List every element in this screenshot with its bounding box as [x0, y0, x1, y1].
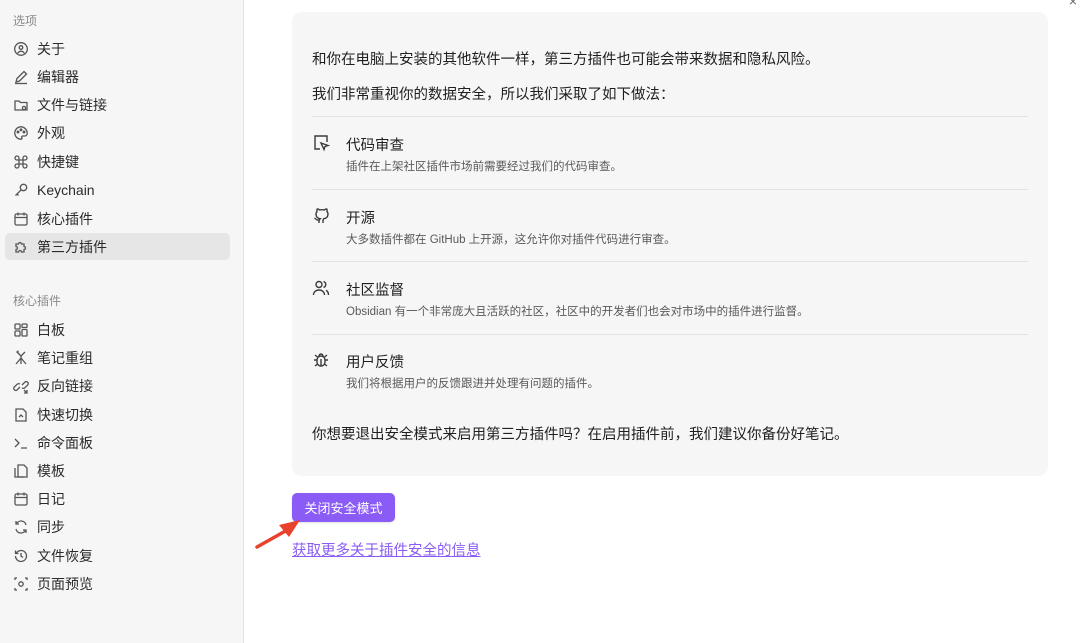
eye-icon: [13, 576, 29, 592]
file-switch-icon: [13, 407, 29, 423]
sidebar-item-note-composer[interactable]: 笔记重组: [5, 344, 230, 371]
sidebar-item-label: 同步: [37, 518, 65, 535]
feature-title: 开源: [346, 211, 375, 227]
sidebar-item-label: 命令面板: [37, 434, 93, 451]
intro-text-2: 我们非常重视你的数据安全，所以我们采取了如下做法：: [312, 87, 675, 103]
sidebar-item-sync[interactable]: 同步: [5, 513, 230, 540]
sidebar-item-label: 文件恢复: [37, 547, 93, 564]
sidebar-item-templates[interactable]: 模板: [5, 457, 230, 484]
sidebar-item-file-recovery[interactable]: 文件恢复: [5, 542, 230, 569]
folder-link-icon: [13, 97, 29, 113]
sidebar-item-quick-switcher[interactable]: 快速切换: [5, 401, 230, 428]
plugin-security-info-link[interactable]: 获取更多关于插件安全的信息: [292, 539, 481, 560]
code-review-icon: [312, 134, 331, 152]
merge-icon: [13, 349, 29, 366]
close-icon[interactable]: ×: [1066, 0, 1080, 8]
sidebar-item-label: 快捷键: [37, 153, 79, 170]
template-icon: [13, 463, 29, 479]
sidebar-item-editor[interactable]: 编辑器: [5, 63, 230, 90]
sync-icon: [13, 519, 29, 535]
feature-title: 代码审查: [346, 138, 404, 154]
divider: [312, 189, 1028, 190]
pencil-icon: [13, 69, 29, 85]
sidebar-item-label: 文件与链接: [37, 96, 107, 113]
grid-icon: [13, 322, 29, 338]
intro-text: 和你在电脑上安装的其他软件一样，第三方插件也可能会带来数据和隐私风险。: [312, 52, 820, 68]
sidebar-item-label: 笔记重组: [37, 349, 93, 366]
sidebar-item-label: 页面预览: [37, 575, 93, 592]
info-circle-icon: [13, 41, 29, 57]
question-text: 你想要退出安全模式来启用第三方插件吗？在启用插件前，我们建议你备份好笔记。: [312, 427, 849, 443]
feature-description: 我们将根据用户的反馈跟进并处理有问题的插件。: [346, 378, 599, 390]
sidebar-item-label: 外观: [37, 124, 65, 141]
sidebar-item-label: 反向链接: [37, 377, 93, 394]
sidebar-item-about[interactable]: 关于: [5, 35, 230, 62]
sidebar-item-label: 关于: [37, 40, 65, 57]
section-title-core: 核心插件: [13, 294, 62, 308]
sidebar-item-label: 日记: [37, 490, 65, 507]
turn-off-safe-mode-button[interactable]: 关闭安全模式: [292, 493, 395, 522]
safe-mode-info-card: 和你在电脑上安装的其他软件一样，第三方插件也可能会带来数据和隐私风险。 我们非常…: [292, 12, 1048, 476]
section-title-options: 选项: [13, 14, 38, 28]
sidebar-item-command-palette[interactable]: 命令面板: [5, 429, 230, 456]
annotation-arrow-icon: [255, 520, 300, 549]
terminal-icon: [13, 435, 29, 451]
divider: [312, 261, 1028, 262]
feature-description: 大多数插件都在 GitHub 上开源，这允许你对插件代码进行审查。: [346, 234, 676, 246]
calendar-box-icon: [13, 211, 29, 227]
feature-description: Obsidian 有一个非常庞大且活跃的社区，社区中的开发者们也会对市场中的插件…: [346, 306, 809, 318]
sidebar-item-label: 白板: [37, 321, 65, 338]
divider: [312, 334, 1028, 335]
sidebar-item-label: 核心插件: [37, 210, 93, 227]
feature-title: 社区监督: [346, 283, 404, 299]
sidebar-item-canvas[interactable]: 白板: [5, 316, 230, 343]
puzzle-icon: [13, 239, 29, 255]
key-icon: [13, 182, 29, 198]
settings-window: 选项 关于 编辑器 文件与链接 外观 快捷键 Keychain 核心插件 第三方…: [0, 0, 1080, 643]
sidebar-item-appearance[interactable]: 外观: [5, 119, 230, 146]
feature-description: 插件在上架社区插件市场前需要经过我们的代码审查。: [346, 161, 622, 173]
sidebar-item-label: 第三方插件: [37, 238, 107, 255]
bug-icon: [312, 351, 330, 369]
settings-sidebar: 选项 关于 编辑器 文件与链接 外观 快捷键 Keychain 核心插件 第三方…: [0, 0, 244, 643]
sidebar-item-label: Keychain: [37, 181, 95, 198]
sidebar-item-keychain[interactable]: Keychain: [5, 176, 230, 203]
calendar-icon: [13, 491, 29, 507]
sidebar-item-daily-notes[interactable]: 日记: [5, 485, 230, 512]
users-icon: [312, 279, 330, 297]
divider: [312, 116, 1028, 117]
sidebar-item-backlinks[interactable]: 反向链接: [5, 372, 230, 399]
sidebar-item-files-links[interactable]: 文件与链接: [5, 91, 230, 118]
history-icon: [13, 548, 29, 564]
backlink-icon: [13, 378, 29, 394]
feature-title: 用户反馈: [346, 355, 404, 371]
github-icon: [312, 207, 330, 225]
sidebar-item-community-plugins[interactable]: 第三方插件: [5, 233, 230, 260]
sidebar-item-label: 模板: [37, 462, 65, 479]
sidebar-item-core-plugins[interactable]: 核心插件: [5, 205, 230, 232]
sidebar-item-hotkeys[interactable]: 快捷键: [5, 148, 230, 175]
sidebar-item-label: 编辑器: [37, 68, 79, 85]
sidebar-item-page-preview[interactable]: 页面预览: [5, 570, 230, 597]
palette-icon: [13, 125, 29, 141]
sidebar-item-label: 快速切换: [37, 406, 93, 423]
command-icon: [13, 154, 29, 170]
